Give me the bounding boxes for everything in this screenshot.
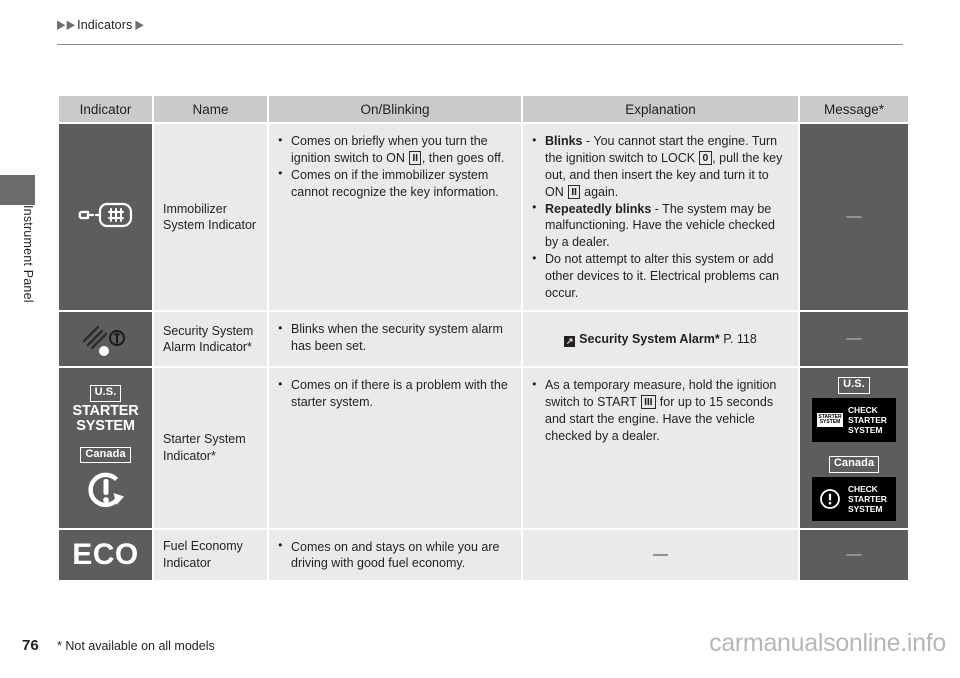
indicator-icon-cell-immobilizer [59, 124, 152, 310]
indicator-name-starter-system: Starter System Indicator* [154, 368, 267, 528]
message-immobilizer: — [800, 124, 908, 310]
list-item: Blinks - You cannot start the engine. Tu… [532, 133, 789, 201]
region-tag-us: U.S. [89, 385, 122, 402]
immobilizer-key-icon [77, 200, 135, 230]
lcd-text-line2: STARTER [848, 493, 887, 504]
breadcrumb-triangle-3-icon: ▶ [135, 17, 144, 32]
lcd-text-line2: STARTER [848, 414, 887, 425]
list-item: Comes on and stays on while you are driv… [278, 538, 512, 573]
table-row: Security System Alarm Indicator* Blinks … [59, 312, 908, 366]
security-alarm-icon [76, 317, 136, 357]
explanation-security-alarm: ↗ Security System Alarm* P. 118 [523, 312, 798, 366]
indicator-name-security-alarm: Security System Alarm Indicator* [154, 312, 267, 366]
lcd-text-line1: CHECK [848, 483, 878, 494]
message-security-alarm: — [800, 312, 908, 366]
indicators-table: Indicator Name On/Blinking Explanation M… [57, 94, 910, 582]
list-item: Comes on if there is a problem with the … [278, 377, 512, 411]
region-tag-canada: Canada [80, 446, 131, 464]
ignition-position-iii-glyph: III [640, 394, 656, 410]
breadcrumb-triangle-1-icon: ▶ [57, 17, 66, 32]
explanation-starter-system: As a temporary measure, hold the ignitio… [523, 368, 798, 528]
list-item: As a temporary measure, hold the ignitio… [532, 377, 789, 445]
message-starter-system: U.S. STARTER SYSTEM CHECK STARTER SYSTEM [800, 368, 908, 528]
column-header-name: Name [154, 96, 267, 122]
on-blinking-security-alarm: Blinks when the security system alarm ha… [269, 312, 521, 366]
list-item: Repeatedly blinks - The system may be ma… [532, 200, 789, 252]
header-divider [57, 44, 903, 45]
footnote: * Not available on all models [57, 639, 215, 653]
column-header-message: Message* [800, 96, 908, 122]
ignition-position-ii-glyph: II [567, 184, 581, 200]
ignition-position-0-glyph: 0 [699, 150, 712, 166]
eco-indicator-icon: ECO [72, 537, 139, 571]
starter-word-line2: SYSTEM [76, 417, 135, 434]
column-header-explanation: Explanation [523, 96, 798, 122]
table-header-row: Indicator Name On/Blinking Explanation M… [59, 96, 908, 122]
lcd-text-line3: SYSTEM [848, 503, 883, 514]
indicator-name-text: Immobilizer System Indicator [163, 201, 257, 233]
chapter-title: Instrument Panel [21, 205, 35, 303]
lcd-message-us: STARTER SYSTEM CHECK STARTER SYSTEM [812, 397, 896, 442]
reference-title[interactable]: Security System Alarm* [579, 332, 720, 346]
empty-dash: — [653, 545, 668, 563]
message-region-tag-us: U.S. [838, 377, 870, 394]
starter-word-line1: STARTER [72, 402, 139, 419]
warning-circle-icon [819, 488, 841, 510]
lcd-message-canada: CHECK STARTER SYSTEM [812, 476, 896, 521]
list-item: Blinks when the security system alarm ha… [278, 321, 512, 355]
empty-dash: — [846, 208, 862, 225]
watermark: carmanualsonline.info [709, 629, 946, 657]
column-header-on-blinking: On/Blinking [269, 96, 521, 122]
on-blinking-starter-system: Comes on if there is a problem with the … [269, 368, 521, 528]
starter-warning-circle-icon [84, 469, 128, 513]
indicator-name-eco: Fuel Economy Indicator [154, 529, 267, 581]
list-item: Comes on briefly when you turn the ignit… [278, 133, 512, 167]
chip-line2: SYSTEM [819, 418, 841, 425]
explanation-eco: — [523, 529, 798, 581]
reference-arrow-icon: ↗ [564, 335, 576, 347]
table-row: ECO Fuel Economy Indicator Comes on and … [59, 529, 908, 581]
reference-page[interactable]: P. 118 [723, 332, 757, 346]
empty-dash: — [846, 330, 862, 347]
table-row: U.S. STARTER SYSTEM Canada Starter Syste… [59, 368, 908, 528]
chapter-tab-marker [0, 175, 35, 205]
breadcrumb-label: Indicators [77, 18, 133, 32]
indicator-icon-cell-starter-system: U.S. STARTER SYSTEM Canada [59, 368, 152, 528]
column-header-indicator: Indicator [59, 96, 152, 122]
on-blinking-immobilizer: Comes on briefly when you turn the ignit… [269, 124, 521, 310]
indicator-name-immobilizer: Immobilizer System Indicator [154, 124, 267, 310]
lcd-text-line3: SYSTEM [848, 424, 883, 435]
lcd-text-line1: CHECK [848, 404, 878, 415]
breadcrumb: ▶ ▶ Indicators ▶ [57, 18, 903, 32]
breadcrumb-triangle-2-icon: ▶ [66, 17, 76, 32]
indicator-icon-cell-eco: ECO [59, 529, 152, 581]
indicator-name-text: Starter System Indicator* [163, 432, 246, 463]
empty-dash: — [846, 545, 862, 563]
page-number: 76 [22, 637, 39, 654]
explanation-immobilizer: Blinks - You cannot start the engine. Tu… [523, 124, 798, 310]
table-row: Immobilizer System Indicator Comes on br… [59, 124, 908, 310]
message-eco: — [800, 529, 908, 581]
message-region-tag-canada: Canada [828, 455, 880, 473]
ignition-position-ii-glyph: II [408, 150, 422, 166]
indicator-name-text: Security System Alarm Indicator* [163, 323, 254, 355]
list-item: Comes on if the immobilizer system canno… [278, 166, 512, 201]
indicator-name-text: Fuel Economy Indicator [163, 539, 243, 570]
list-item: Do not attempt to alter this system or a… [532, 251, 789, 302]
on-blinking-eco: Comes on and stays on while you are driv… [269, 529, 521, 581]
indicator-icon-cell-security-alarm [59, 312, 152, 366]
lcd-starter-system-chip-icon: STARTER SYSTEM [817, 413, 843, 427]
